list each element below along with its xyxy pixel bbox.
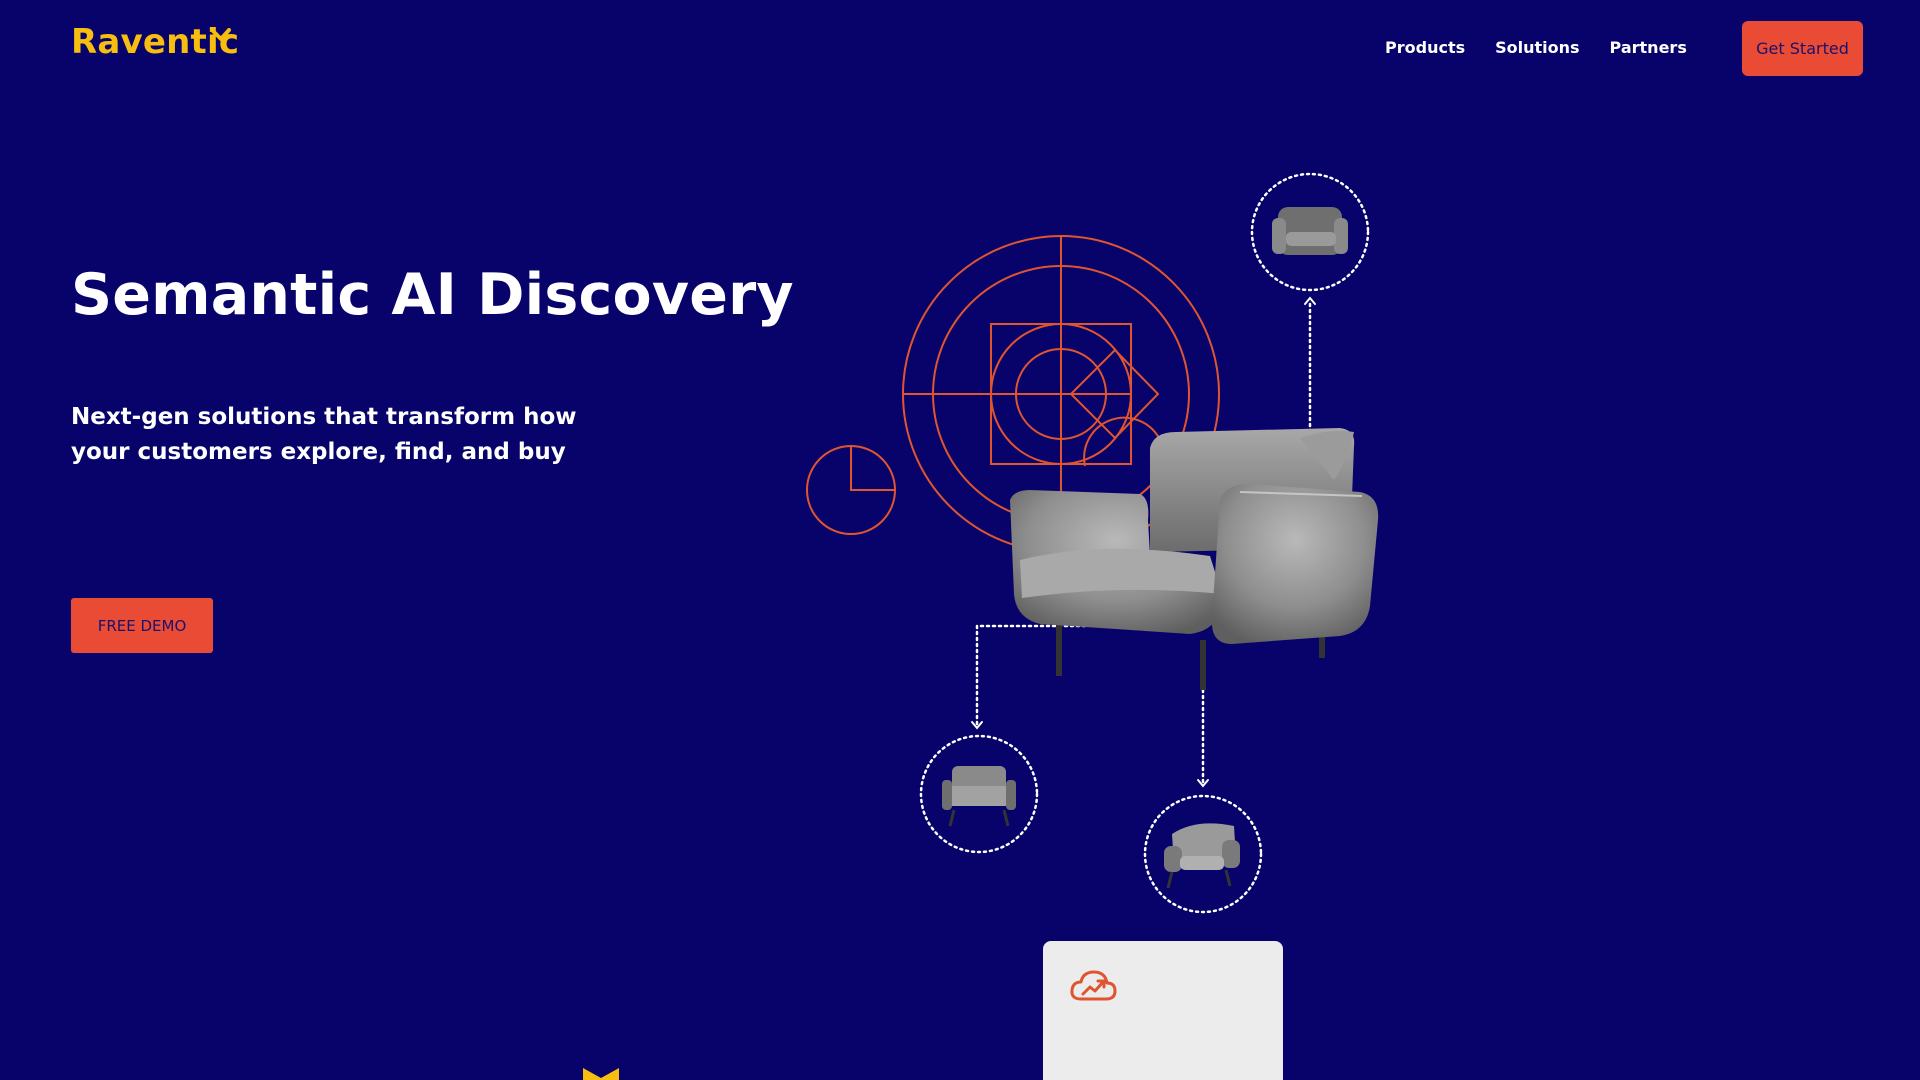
- partner-logo-icon: [583, 1068, 619, 1080]
- cloud-growth-icon: [1070, 970, 1117, 1001]
- page: Raventic Products Solutions Partners Get…: [0, 0, 1920, 1080]
- main-nav: Products Solutions Partners: [1385, 38, 1687, 57]
- armchair-thumb-3: [1164, 823, 1240, 889]
- hero-title: Semantic AI Discovery: [71, 262, 794, 328]
- free-demo-button[interactable]: FREE DEMO: [71, 598, 213, 653]
- hero-illustration: [806, 172, 1379, 914]
- geometric-motif: [806, 235, 1220, 553]
- nav-products[interactable]: Products: [1385, 38, 1465, 57]
- nav-partners[interactable]: Partners: [1610, 38, 1687, 57]
- main-armchair-image: [1010, 428, 1379, 690]
- connector-lines: [975, 298, 1312, 784]
- armchair-thumb-2: [942, 766, 1016, 827]
- related-product-circles: [919, 172, 1370, 914]
- logo-check-icon: [211, 28, 231, 41]
- armchair-thumb-1: [1272, 207, 1348, 255]
- hero-subtitle: Next-gen solutions that transform how yo…: [71, 404, 577, 465]
- get-started-button[interactable]: Get Started: [1742, 21, 1863, 76]
- connector-arrows: [971, 296, 1316, 788]
- feature-card: [1043, 941, 1283, 1080]
- nav-solutions[interactable]: Solutions: [1495, 38, 1579, 57]
